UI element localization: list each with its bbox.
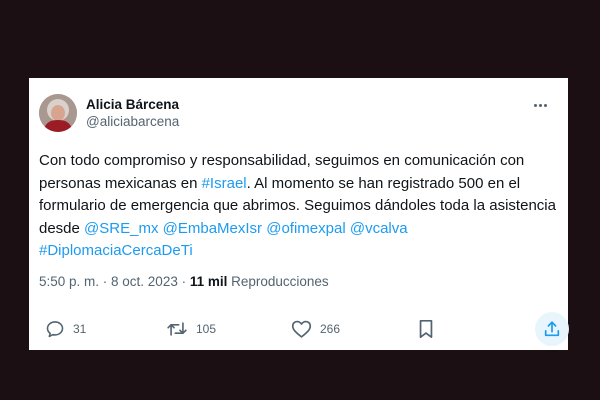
avatar-image [39,94,77,132]
dot [543,103,547,107]
mention-link[interactable]: @SRE_mx [84,220,158,237]
author-handle[interactable]: @aliciabarcena [86,113,179,131]
hashtag-link[interactable]: #DiplomaciaCercaDeTi [39,242,193,259]
share-button[interactable] [535,312,569,346]
reply-count: 31 [73,322,87,336]
action-bar: 31 105 266 [29,312,569,346]
retweet-arrows-icon [167,322,187,336]
retweet-count: 105 [196,322,217,336]
like-count: 266 [320,322,341,336]
mention-link[interactable]: @ofimexpal [266,220,345,237]
heart-icon [291,320,312,338]
author-info: Alicia Bárcena @aliciabarcena [86,96,179,131]
dot [538,103,542,107]
timestamp[interactable]: 5:50 p. m. · 8 oct. 2023 · [39,274,190,289]
avatar[interactable] [39,94,77,132]
dot [533,103,537,107]
tweet-card[interactable]: Alicia Bárcena @aliciabarcena Con todo c… [29,78,569,350]
retweet-button[interactable]: 105 [166,314,216,344]
mention-link[interactable]: @EmbaMexIsr [163,220,262,237]
tweet-header: Alicia Bárcena @aliciabarcena [39,94,568,138]
mention-link[interactable]: @vcalva [350,220,408,237]
author-name[interactable]: Alicia Bárcena [86,96,179,113]
hashtag-link[interactable]: #Israel [202,175,247,192]
tweet-meta: 5:50 p. m. · 8 oct. 2023 · 11 mil Reprod… [39,273,329,291]
tweet-text: Con todo compromiso y responsabilidad, s… [39,150,559,263]
views-count: 11 mil [189,274,228,289]
bookmark-button[interactable] [417,314,435,344]
like-button[interactable]: 266 [291,314,340,344]
speech-bubble-icon [46,321,64,338]
views-label: Reproducciones [227,274,329,289]
share-upload-icon [544,321,560,337]
reply-button[interactable]: 31 [45,314,86,344]
bookmark-icon [419,319,433,339]
more-options-icon[interactable] [530,98,550,112]
